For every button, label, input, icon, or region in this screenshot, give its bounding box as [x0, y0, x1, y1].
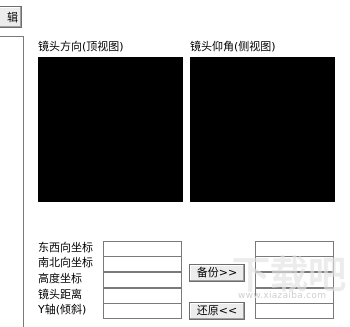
y-axis-input[interactable]: [103, 303, 182, 319]
side-view-canvas[interactable]: [190, 57, 335, 202]
edit-button[interactable]: 辑: [0, 6, 22, 28]
watermark-url: www.xiazaiba.com: [238, 291, 327, 301]
north-south-label: 南北向坐标: [38, 256, 93, 269]
top-view-canvas[interactable]: [38, 57, 183, 202]
backup-y-axis-field[interactable]: [255, 303, 334, 319]
distance-label: 镜头距离: [38, 288, 82, 301]
restore-button[interactable]: 还原<<: [189, 302, 245, 320]
side-view-title: 镜头仰角(侧视图): [190, 40, 276, 53]
north-south-input[interactable]: [103, 256, 182, 272]
height-input[interactable]: [103, 272, 182, 288]
top-view-title: 镜头方向(顶视图): [38, 40, 124, 53]
east-west-label: 东西向坐标: [38, 241, 93, 254]
distance-input[interactable]: [103, 288, 182, 304]
east-west-input[interactable]: [103, 241, 182, 257]
left-panel-frame: [0, 36, 24, 327]
height-label: 高度坐标: [38, 272, 82, 285]
